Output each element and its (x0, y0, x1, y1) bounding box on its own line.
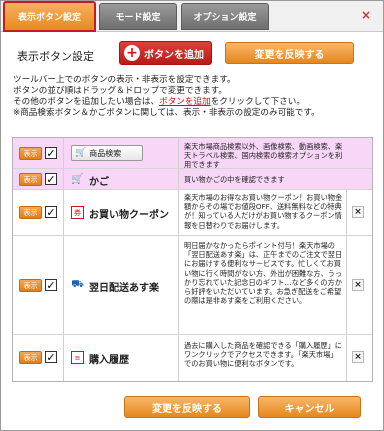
description-line-4: ※商品検索ボタン＆かごボタンに関しては、表示・非表示の設定のみ可能です。 (13, 108, 320, 118)
list-item-product-search[interactable]: 表示 ✓ 🛒 商品検索 楽天市場商品検索以外、画像検索、動画検索、楽天トラベル検… (13, 138, 372, 169)
item-description: 買い物かごの中を確認できます (184, 175, 285, 184)
divider (63, 335, 64, 381)
list-item-coupon[interactable]: 表示 ✓ 券 お買い物クーポン 楽天市場のお得なお買い物クーポン！お買い物金額か… (13, 190, 372, 236)
product-search-button: 🛒 商品検索 (71, 145, 143, 161)
show-button[interactable]: 表示 (19, 206, 42, 219)
divider (178, 190, 179, 235)
divider (346, 190, 347, 235)
visible-checkbox[interactable]: ✓ (45, 351, 57, 363)
add-button[interactable]: + ボタンを追加 (119, 41, 212, 65)
description-line-1: ツールバー上でのボタンの表示・非表示を設定できます。 (13, 75, 236, 85)
cancel-button[interactable]: キャンセル (258, 396, 361, 418)
settings-window: 表示ボタン設定 モード設定 オプション設定 × 表示ボタン設定 + ボタンを追加… (0, 0, 384, 431)
plus-icon: + (124, 45, 140, 61)
add-button-label: ボタンを追加 (144, 49, 204, 61)
add-button-link[interactable]: ボタンを追加 (159, 97, 211, 107)
show-button[interactable]: 表示 (19, 173, 42, 186)
list-item-next-day-delivery[interactable]: 表示 ✓ ⛟ 翌日配送あす楽 明日届かなかったらポイント付与！楽天市場の「翌日配… (13, 236, 372, 335)
visible-checkbox[interactable]: ✓ (45, 279, 57, 291)
visible-checkbox[interactable]: ✓ (45, 173, 57, 185)
item-description: 明日届かなかったらポイント付与！楽天市場の「翌日配送あす楽」は、正午までのご注文… (184, 241, 343, 306)
divider (63, 190, 64, 235)
divider (63, 169, 64, 189)
cart-icon: 🛒 (75, 148, 87, 158)
coupon-icon: 券 (71, 206, 84, 219)
item-label: お買い物クーポン (89, 210, 169, 221)
list-item-cart[interactable]: 表示 ✓ 🛒 かご 買い物かごの中を確認できます (13, 169, 372, 190)
apply-changes-button-bottom[interactable]: 変更を反映する (124, 396, 250, 418)
divider (178, 236, 179, 334)
cart-icon: 🛒 (71, 174, 84, 185)
close-icon[interactable]: × (361, 9, 371, 21)
delete-button[interactable]: × (352, 351, 364, 363)
delete-button[interactable]: × (352, 279, 364, 291)
item-description: 楽天市場商品検索以外、画像検索、動画検索、楽天トラベル検索、国内検索の検索オプシ… (184, 142, 343, 170)
item-label: 購入履歴 (89, 355, 129, 366)
visible-checkbox[interactable]: ✓ (45, 147, 57, 159)
divider (63, 138, 64, 168)
item-description: 楽天市場のお得なお買い物クーポン！お買い物金額からその場でお値段OFF、送料無料… (184, 193, 343, 230)
history-icon: ≡ (71, 351, 84, 364)
divider (346, 236, 347, 334)
item-label: 商品検索 (89, 148, 122, 158)
visible-checkbox[interactable]: ✓ (45, 206, 57, 218)
tab-mode-settings[interactable]: モード設定 (99, 3, 177, 30)
divider (63, 236, 64, 334)
list-item-purchase-history[interactable]: 表示 ✓ ≡ 購入履歴 過去に購入した商品を確認できる「購入履歴」にワンクリック… (13, 335, 372, 381)
show-button[interactable]: 表示 (19, 279, 42, 292)
description-line-3-pre: その他のボタンを追加したい場合は、 (13, 97, 160, 107)
divider (178, 169, 179, 189)
show-button[interactable]: 表示 (19, 147, 42, 160)
delivery-truck-icon: ⛟ (71, 279, 84, 290)
item-label: かご (89, 177, 109, 188)
description-line-2: ボタンの並び順はドラッグ＆ドロップで変更できます。 (13, 86, 227, 96)
divider (178, 138, 179, 168)
description: ツールバー上でのボタンの表示・非表示を設定できます。 ボタンの並び順はドラッグ＆… (13, 75, 373, 119)
button-list: 表示 ✓ 🛒 商品検索 楽天市場商品検索以外、画像検索、動画検索、楽天トラベル検… (12, 137, 373, 382)
divider (346, 335, 347, 381)
apply-changes-button-top[interactable]: 変更を反映する (225, 42, 354, 64)
item-label: 翌日配送あす楽 (89, 283, 159, 294)
divider (178, 335, 179, 381)
page-title: 表示ボタン設定 (17, 50, 94, 63)
description-line-3: その他のボタンを追加したい場合は、ボタンを追加をクリックして下さい。 (13, 97, 373, 108)
show-button[interactable]: 表示 (19, 351, 42, 364)
tab-display-buttons[interactable]: 表示ボタン設定 (3, 1, 96, 32)
tab-bar: 表示ボタン設定 モード設定 オプション設定 × (1, 1, 383, 32)
tab-option-settings[interactable]: オプション設定 (181, 3, 269, 30)
description-line-3-post: をクリックして下さい。 (210, 97, 305, 107)
item-description: 過去に購入した商品を確認できる「購入履歴」にワンクリックでアクセスできます。「楽… (184, 341, 342, 369)
delete-button[interactable]: × (352, 206, 364, 218)
